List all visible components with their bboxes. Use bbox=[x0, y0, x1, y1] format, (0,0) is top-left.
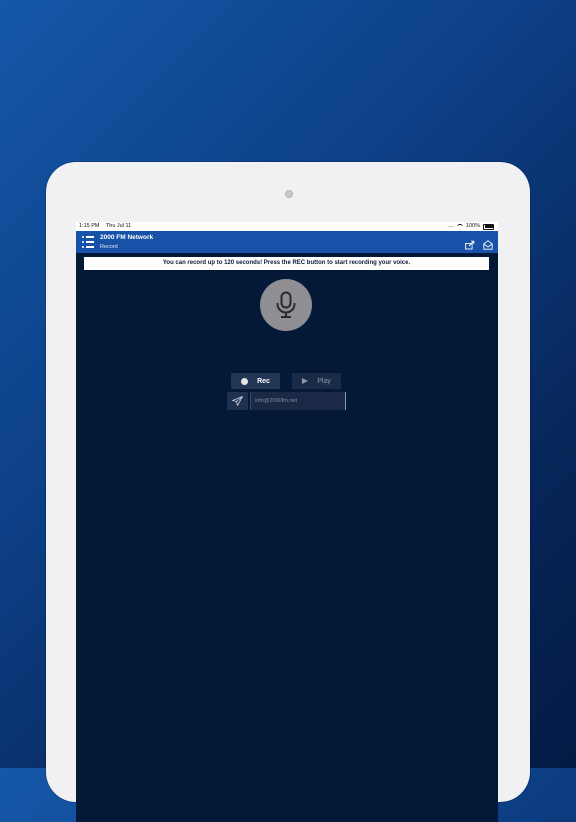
app-screen: 1:15 PM Thu Jul 11 .... 100% 2000 FM Net… bbox=[76, 222, 498, 822]
mail-icon[interactable] bbox=[483, 237, 493, 250]
email-send-row bbox=[227, 392, 346, 410]
nav-title: 2000 FM Network bbox=[100, 234, 154, 241]
send-icon bbox=[232, 396, 243, 406]
rec-label: Rec bbox=[257, 377, 270, 385]
send-button[interactable] bbox=[227, 392, 248, 410]
record-instructions-banner: You can record up to 120 seconds! Press … bbox=[84, 257, 489, 270]
nav-subtitle: Record bbox=[100, 244, 118, 250]
microphone-button[interactable] bbox=[260, 279, 312, 331]
microphone-icon bbox=[276, 291, 296, 318]
status-time: 1:15 PM bbox=[79, 223, 100, 229]
record-dot-icon bbox=[241, 377, 249, 385]
email-input[interactable] bbox=[250, 392, 346, 410]
play-button[interactable]: Play bbox=[292, 373, 341, 389]
play-icon bbox=[302, 378, 309, 384]
rec-button[interactable]: Rec bbox=[231, 373, 280, 389]
ipad-frame: 1:15 PM Thu Jul 11 .... 100% 2000 FM Net… bbox=[46, 162, 530, 822]
list-menu-icon[interactable] bbox=[82, 236, 94, 248]
status-dots: .... bbox=[447, 223, 454, 229]
status-date: Thu Jul 11 bbox=[105, 223, 132, 229]
play-label: Play bbox=[317, 377, 331, 385]
wifi-icon bbox=[456, 224, 463, 229]
camera bbox=[285, 190, 293, 198]
battery-icon bbox=[483, 223, 494, 230]
status-bar: 1:15 PM Thu Jul 11 .... 100% bbox=[76, 222, 498, 231]
share-icon[interactable] bbox=[465, 237, 475, 250]
battery-percent: 100% bbox=[465, 223, 480, 229]
nav-bar: 2000 FM Network Record bbox=[76, 231, 498, 253]
